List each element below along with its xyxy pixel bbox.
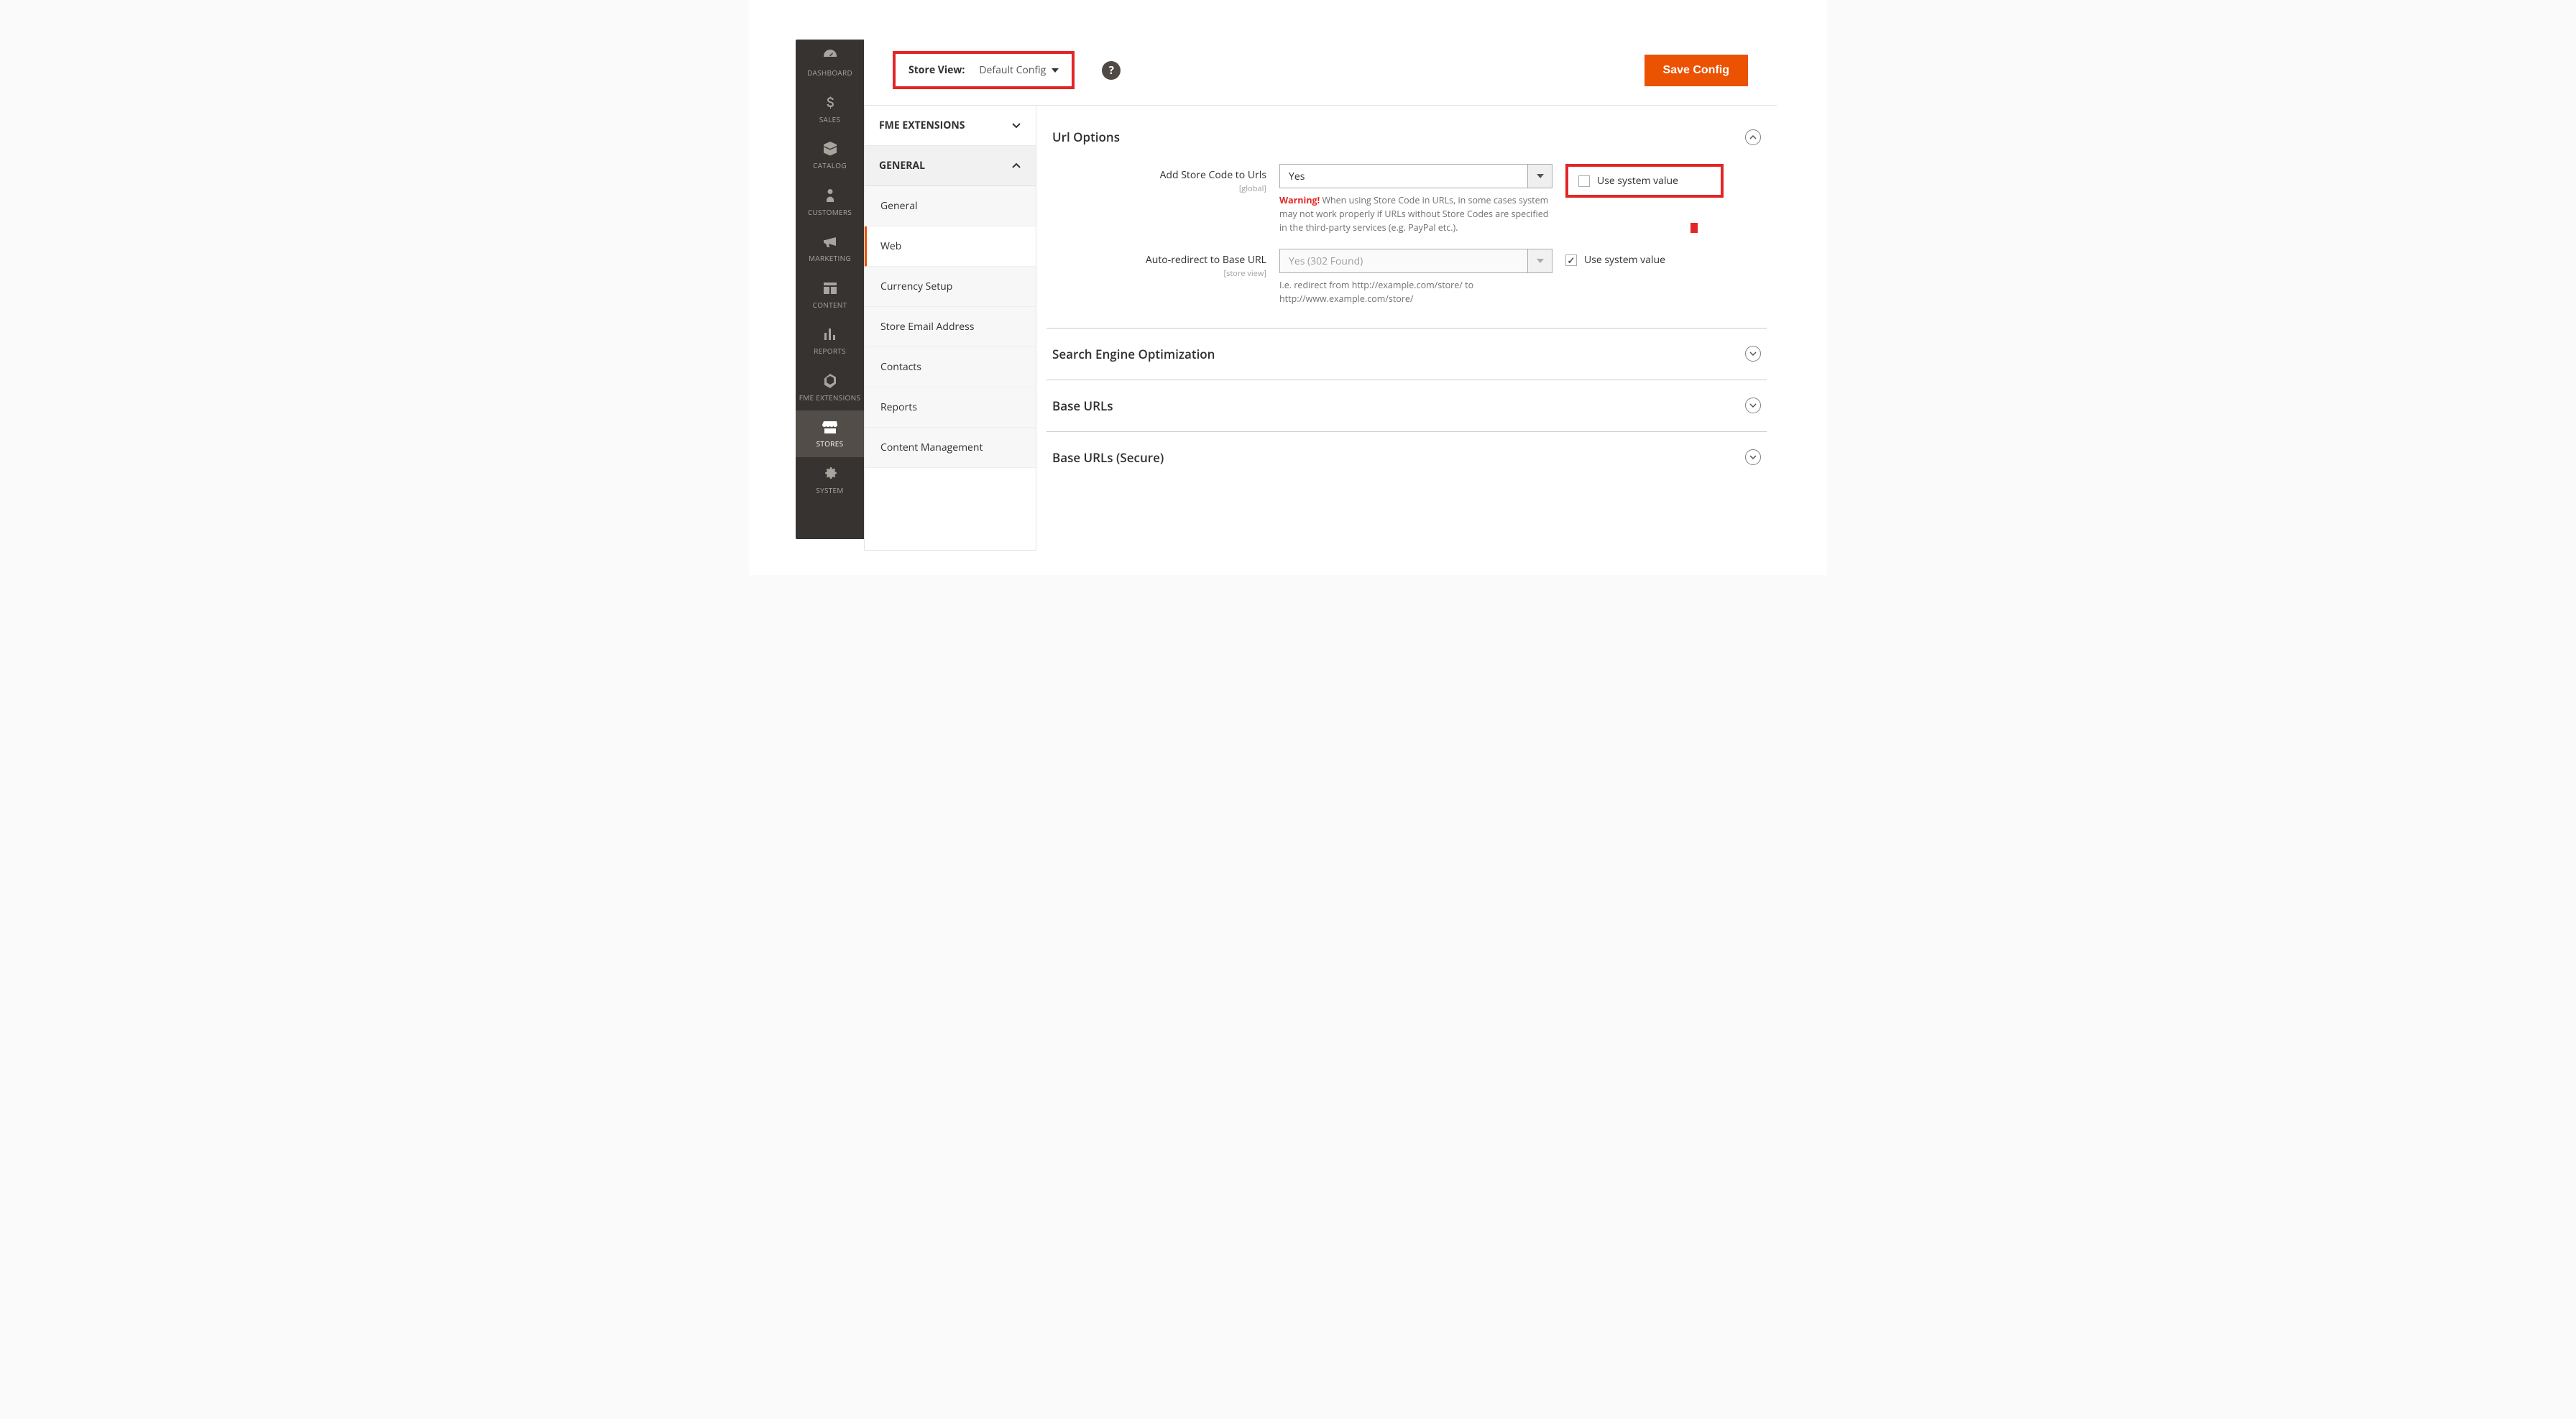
section-title: Base URLs (Secure) bbox=[1052, 449, 1164, 466]
section-base-urls-secure-header[interactable]: Base URLs (Secure) bbox=[1046, 431, 1767, 483]
sidebar-item-reports[interactable]: Reports bbox=[865, 387, 1036, 428]
nav-customers[interactable]: CUSTOMERS bbox=[796, 179, 864, 226]
section-base-urls-header[interactable]: Base URLs bbox=[1046, 380, 1767, 431]
use-system-value-checkbox[interactable] bbox=[1578, 175, 1590, 187]
field-auto-redirect: Auto-redirect to Base URL [store view] Y… bbox=[1046, 242, 1767, 313]
store-icon bbox=[821, 418, 840, 436]
megaphone-icon bbox=[821, 232, 840, 251]
gear-icon bbox=[821, 464, 840, 483]
sidebar-item-web[interactable]: Web bbox=[865, 226, 1036, 267]
use-system-value-checkbox[interactable] bbox=[1565, 254, 1577, 266]
layout-icon bbox=[821, 279, 840, 298]
collapse-up-icon bbox=[1745, 129, 1761, 145]
chevron-down-icon bbox=[1011, 121, 1021, 131]
use-system-value-highlighted: Use system value bbox=[1565, 164, 1724, 198]
section-seo-header[interactable]: Search Engine Optimization bbox=[1046, 328, 1767, 380]
auto-redirect-select: Yes (302 Found) bbox=[1279, 249, 1552, 273]
save-config-button[interactable]: Save Config bbox=[1644, 55, 1748, 86]
sidebar-item-store-email-address[interactable]: Store Email Address bbox=[865, 307, 1036, 347]
sidebar-item-content-management[interactable]: Content Management bbox=[865, 428, 1036, 468]
section-title: Url Options bbox=[1052, 129, 1120, 145]
sidebar-item-contacts[interactable]: Contacts bbox=[865, 347, 1036, 387]
config-content: Url Options Add Store Code to Urls [glob… bbox=[1036, 106, 1777, 551]
nav-marketing[interactable]: MARKETING bbox=[796, 225, 864, 272]
dollar-icon bbox=[821, 93, 840, 112]
section-title: Search Engine Optimization bbox=[1052, 346, 1215, 362]
sidebar-section-fme-extensions[interactable]: FME EXTENSIONS bbox=[865, 106, 1036, 146]
help-button[interactable]: ? bbox=[1102, 61, 1121, 80]
field-scope: [store view] bbox=[1051, 268, 1266, 279]
nav-catalog[interactable]: CATALOG bbox=[796, 132, 864, 179]
sidebar-item-currency-setup[interactable]: Currency Setup bbox=[865, 267, 1036, 307]
field-label: Add Store Code to Urls bbox=[1160, 168, 1266, 182]
nav-system[interactable]: SYSTEM bbox=[796, 457, 864, 504]
config-sidebar: FME EXTENSIONS GENERAL General Web Curre… bbox=[864, 106, 1036, 551]
dropdown-toggle[interactable] bbox=[1527, 165, 1552, 188]
field-note: I.e. redirect from http://example.com/st… bbox=[1279, 279, 1552, 306]
expand-down-icon bbox=[1745, 398, 1761, 413]
hexagon-icon bbox=[821, 372, 840, 390]
field-label: Auto-redirect to Base URL bbox=[1146, 253, 1266, 267]
store-view-dropdown[interactable]: Default Config bbox=[979, 63, 1059, 77]
add-store-code-select[interactable]: Yes bbox=[1279, 164, 1552, 188]
field-scope: [global] bbox=[1051, 183, 1266, 194]
nav-reports[interactable]: REPORTS bbox=[796, 318, 864, 364]
sidebar-item-general[interactable]: General bbox=[865, 186, 1036, 226]
nav-fme-extensions[interactable]: FME EXTENSIONS bbox=[796, 364, 864, 411]
field-add-store-code: Add Store Code to Urls [global] Yes Warn… bbox=[1046, 157, 1767, 242]
dashboard-icon bbox=[821, 47, 840, 65]
section-url-options-header[interactable]: Url Options bbox=[1046, 114, 1767, 157]
question-icon: ? bbox=[1109, 63, 1114, 78]
expand-down-icon bbox=[1745, 449, 1761, 465]
highlight-marker bbox=[1690, 223, 1698, 233]
sidebar-section-general[interactable]: GENERAL bbox=[865, 146, 1036, 186]
nav-stores[interactable]: STORES bbox=[796, 410, 864, 457]
nav-sales[interactable]: SALES bbox=[796, 86, 864, 133]
dropdown-toggle bbox=[1527, 249, 1552, 272]
section-title: Base URLs bbox=[1052, 398, 1113, 414]
store-view-switcher: Store View: Default Config bbox=[893, 51, 1075, 89]
chevron-up-icon bbox=[1011, 161, 1021, 171]
store-view-label: Store View: bbox=[908, 63, 965, 77]
nav-content[interactable]: CONTENT bbox=[796, 272, 864, 318]
person-icon bbox=[821, 186, 840, 205]
main-panel: Store View: Default Config ? Save Config… bbox=[864, 40, 1777, 575]
use-system-value: Use system value bbox=[1565, 253, 1724, 267]
field-note: Warning! When using Store Code in URLs, … bbox=[1279, 194, 1552, 234]
page-header: Store View: Default Config ? Save Config bbox=[864, 40, 1777, 106]
caret-down-icon bbox=[1052, 67, 1059, 74]
bars-icon bbox=[821, 325, 840, 344]
nav-dashboard[interactable]: DASHBOARD bbox=[796, 40, 864, 86]
admin-sidebar: DASHBOARD SALES CATALOG CUSTOMERS MARKET… bbox=[796, 40, 864, 539]
expand-down-icon bbox=[1745, 346, 1761, 362]
box-icon bbox=[821, 139, 840, 158]
